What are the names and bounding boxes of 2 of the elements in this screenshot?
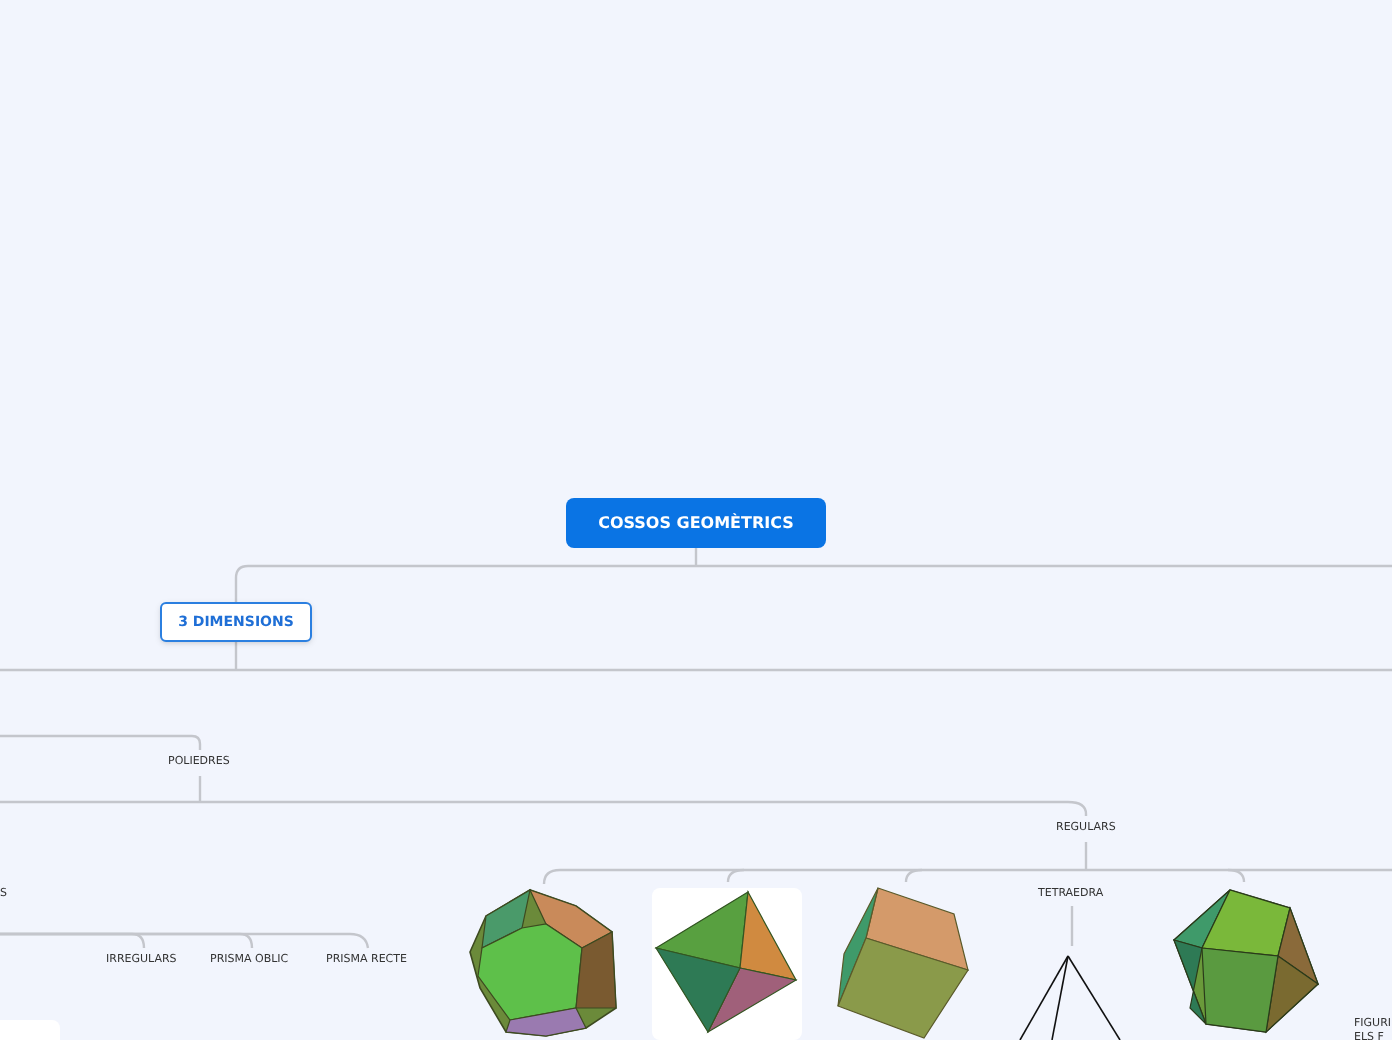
root-topic[interactable]: COSSOS GEOMÈTRICS <box>566 498 826 548</box>
connector-line <box>1070 906 1074 946</box>
